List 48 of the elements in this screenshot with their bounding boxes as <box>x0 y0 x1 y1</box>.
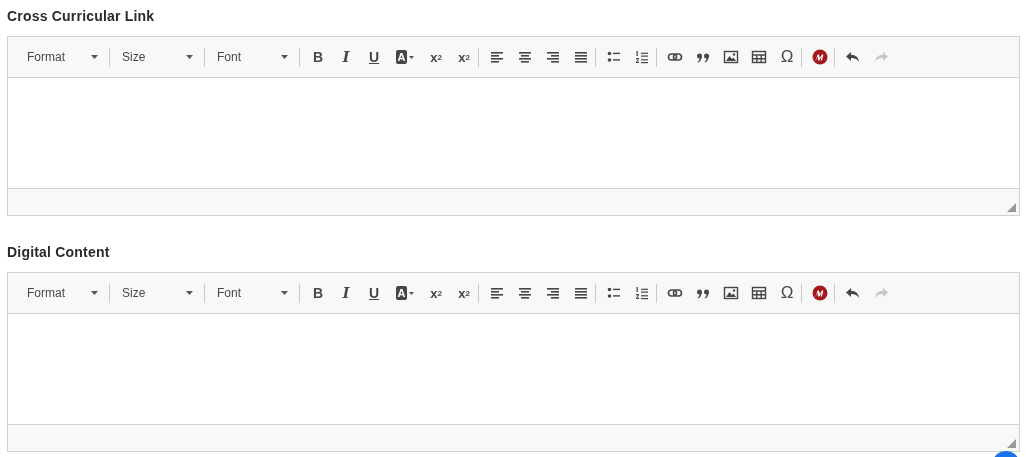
caret-icon <box>281 55 288 59</box>
plugin-icon <box>812 285 828 301</box>
bold-button[interactable]: B <box>304 281 332 305</box>
italic-button[interactable]: I <box>332 45 360 69</box>
dropdown[interactable]: Font <box>209 45 295 69</box>
image-icon <box>723 285 739 301</box>
italic-button[interactable]: I <box>332 281 360 305</box>
justify-icon <box>573 285 589 301</box>
caret-icon <box>409 291 415 295</box>
text-color-button[interactable]: A <box>388 281 422 305</box>
special-char-button[interactable]: Ω <box>773 45 801 69</box>
dropdown[interactable]: Size <box>114 45 200 69</box>
caret-icon <box>91 55 98 59</box>
superscript-button[interactable]: x$^{2}$ <box>450 281 478 305</box>
resize-grip-icon[interactable] <box>1007 439 1016 448</box>
dropdown[interactable]: Format <box>19 45 105 69</box>
align-left-icon <box>489 49 505 65</box>
caret-icon <box>186 55 193 59</box>
table-icon <box>751 49 767 65</box>
dropdown[interactable]: Size <box>114 281 200 305</box>
image-icon <box>723 49 739 65</box>
table-icon <box>751 285 767 301</box>
bold-button[interactable]: B <box>304 45 332 69</box>
resize-grip-icon[interactable] <box>1007 203 1016 212</box>
bulleted-list-icon <box>606 285 622 301</box>
align-right-icon <box>545 49 561 65</box>
caret-icon <box>91 291 98 295</box>
align-left-icon <box>489 285 505 301</box>
field-label: Digital Content <box>7 244 111 262</box>
text-color-button[interactable]: A <box>388 45 422 69</box>
dropdown[interactable]: Font <box>209 281 295 305</box>
numbered-list-icon <box>634 49 650 65</box>
dropdown[interactable]: Format <box>19 281 105 305</box>
align-center-icon <box>517 285 533 301</box>
plugin-icon <box>812 49 828 65</box>
underline-button[interactable]: U <box>360 281 388 305</box>
special-char-button[interactable]: Ω <box>773 281 801 305</box>
bulleted-list-icon <box>606 49 622 65</box>
field-label: Cross Curricular Link <box>7 8 156 26</box>
justify-icon <box>573 49 589 65</box>
underline-button[interactable]: U <box>360 45 388 69</box>
caret-icon <box>186 291 193 295</box>
numbered-list-icon <box>634 285 650 301</box>
superscript-button[interactable]: x$^{2}$ <box>450 45 478 69</box>
caret-icon <box>281 291 288 295</box>
caret-icon <box>409 55 415 59</box>
align-center-icon <box>517 49 533 65</box>
align-right-icon <box>545 285 561 301</box>
